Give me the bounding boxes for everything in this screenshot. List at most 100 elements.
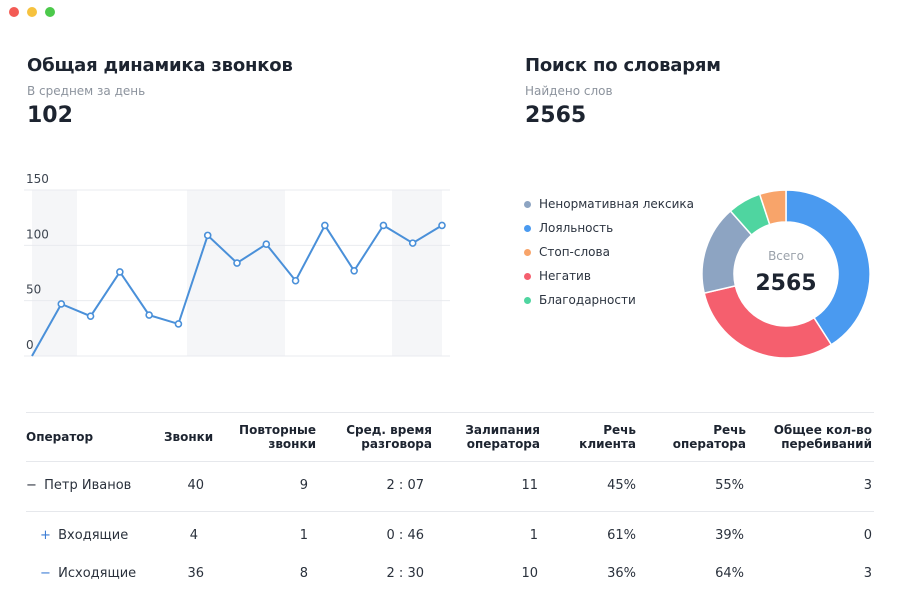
interruptions-cell: 3 xyxy=(863,478,872,493)
minimize-window-button[interactable] xyxy=(27,7,37,17)
legend-marker xyxy=(524,224,531,232)
window-controls xyxy=(9,7,55,17)
chart-point xyxy=(379,221,388,230)
chart-point xyxy=(57,300,66,308)
collapse-toggle[interactable]: − xyxy=(40,566,54,581)
legend-marker xyxy=(524,248,531,256)
client-speech-cell: 61% xyxy=(607,528,636,543)
repeat-cell: 9 xyxy=(299,478,308,493)
chart-point xyxy=(86,312,95,320)
close-window-button[interactable] xyxy=(9,7,19,17)
chart-point xyxy=(145,311,153,319)
chart-point xyxy=(438,221,446,230)
header-repeat-calls[interactable]: Повторные звонки xyxy=(236,423,316,451)
operator-cell: − Петр Иванов xyxy=(26,478,131,493)
expand-toggle[interactable]: + xyxy=(40,528,54,543)
legend-marker xyxy=(524,200,531,208)
calls-cell: 36 xyxy=(187,566,204,581)
legend-item-loyalty[interactable]: Лояльность xyxy=(524,216,694,240)
header-repeat-line2: звонки xyxy=(268,437,316,451)
repeat-cell: 1 xyxy=(299,528,308,543)
client-speech-cell: 36% xyxy=(607,566,636,581)
table-divider xyxy=(26,461,874,462)
donut-slice xyxy=(703,284,833,359)
chart-point xyxy=(233,259,241,267)
chart-point xyxy=(291,276,300,285)
calls-value: 102 xyxy=(27,103,73,128)
dictionary-title: Поиск по словарям xyxy=(525,55,721,76)
header-avg-line1: Сред. время xyxy=(346,423,432,437)
calls-cell: 4 xyxy=(189,528,198,543)
table-divider xyxy=(26,412,874,413)
chart-band xyxy=(187,190,285,356)
dictionary-donut-chart: Всего 2565 xyxy=(701,189,871,359)
header-opspeech-line1: Речь xyxy=(713,423,746,437)
header-stuck-line1: Залипания xyxy=(465,423,540,437)
chart-point xyxy=(203,231,212,240)
header-operator-speech[interactable]: Речь оператора xyxy=(656,423,746,451)
calls-subtitle: В среднем за день xyxy=(27,84,146,98)
table-divider xyxy=(26,511,874,512)
legend-label: Благодарности xyxy=(539,293,636,307)
chart-point xyxy=(116,268,124,276)
legend-label: Ненормативная лексика xyxy=(539,197,695,211)
header-interruptions[interactable]: Общее кол-во перебиваний xyxy=(764,423,872,451)
avg-time-cell: 2 : 07 xyxy=(386,478,424,493)
y-tick-label: 50 xyxy=(26,283,41,297)
chart-point xyxy=(262,240,271,249)
interruptions-cell: 0 xyxy=(863,528,872,543)
header-interrupt-line2: перебиваний xyxy=(781,437,872,451)
header-avg-time[interactable]: Сред. время разговора xyxy=(342,423,432,451)
donut-center-label: Всего xyxy=(768,249,804,263)
header-interrupt-line1: Общее кол-во xyxy=(773,423,872,437)
donut-slice xyxy=(785,189,871,346)
dictionary-value: 2565 xyxy=(525,103,587,128)
interruptions-cell: 3 xyxy=(863,566,872,581)
chart-point xyxy=(350,266,358,275)
maximize-window-button[interactable] xyxy=(45,7,55,17)
legend-label: Негатив xyxy=(539,269,591,283)
calls-line-chart: 150 100 50 0 xyxy=(24,172,450,357)
legend-label: Стоп-слова xyxy=(539,245,610,259)
header-repeat-line1: Повторные xyxy=(239,423,316,437)
legend-marker xyxy=(524,272,531,280)
y-tick-label: 100 xyxy=(26,227,49,241)
chart-point xyxy=(321,221,329,230)
header-client-speech[interactable]: Речь клиента xyxy=(566,423,636,451)
operator-cell: + Входящие xyxy=(40,528,128,543)
header-client-line2: клиента xyxy=(579,437,636,451)
header-operator[interactable]: Оператор xyxy=(26,430,93,444)
chart-band xyxy=(32,190,77,356)
y-tick-label: 0 xyxy=(26,338,34,352)
legend-item-stopwords[interactable]: Стоп-слова xyxy=(524,240,694,264)
legend-item-profanity[interactable]: Ненормативная лексика xyxy=(524,192,694,216)
header-client-line1: Речь xyxy=(603,423,636,437)
header-opspeech-line2: оператора xyxy=(672,437,746,451)
legend-marker xyxy=(524,296,531,304)
avg-time-cell: 2 : 30 xyxy=(386,566,424,581)
legend-item-negative[interactable]: Негатив xyxy=(524,264,694,288)
header-stuck-line2: оператора xyxy=(466,437,540,451)
donut-legend: Ненормативная лексика Лояльность Стоп-сл… xyxy=(524,192,694,312)
operator-speech-cell: 39% xyxy=(715,528,744,543)
chart-point xyxy=(408,239,417,247)
chart-band xyxy=(392,190,442,356)
client-speech-cell: 45% xyxy=(607,478,636,493)
calls-title: Общая динамика звонков xyxy=(27,55,293,76)
header-operator-stuck[interactable]: Залипания оператора xyxy=(456,423,540,451)
operator-name: Петр Иванов xyxy=(44,478,132,493)
stuck-cell: 1 xyxy=(529,528,538,543)
repeat-cell: 8 xyxy=(299,566,308,581)
donut-center-value: 2565 xyxy=(755,271,816,296)
operator-cell: − Исходящие xyxy=(40,566,136,581)
operator-name: Исходящие xyxy=(58,566,137,581)
header-calls[interactable]: Звонки xyxy=(164,430,213,444)
stuck-cell: 10 xyxy=(521,566,538,581)
operator-name: Входящие xyxy=(58,528,129,543)
y-tick-label: 150 xyxy=(26,172,49,186)
legend-item-gratitude[interactable]: Благодарности xyxy=(524,288,694,312)
calls-cell: 40 xyxy=(187,478,204,493)
collapse-toggle[interactable]: − xyxy=(26,478,40,493)
operator-speech-cell: 55% xyxy=(715,478,744,493)
dictionary-subtitle: Найдено слов xyxy=(525,84,613,98)
